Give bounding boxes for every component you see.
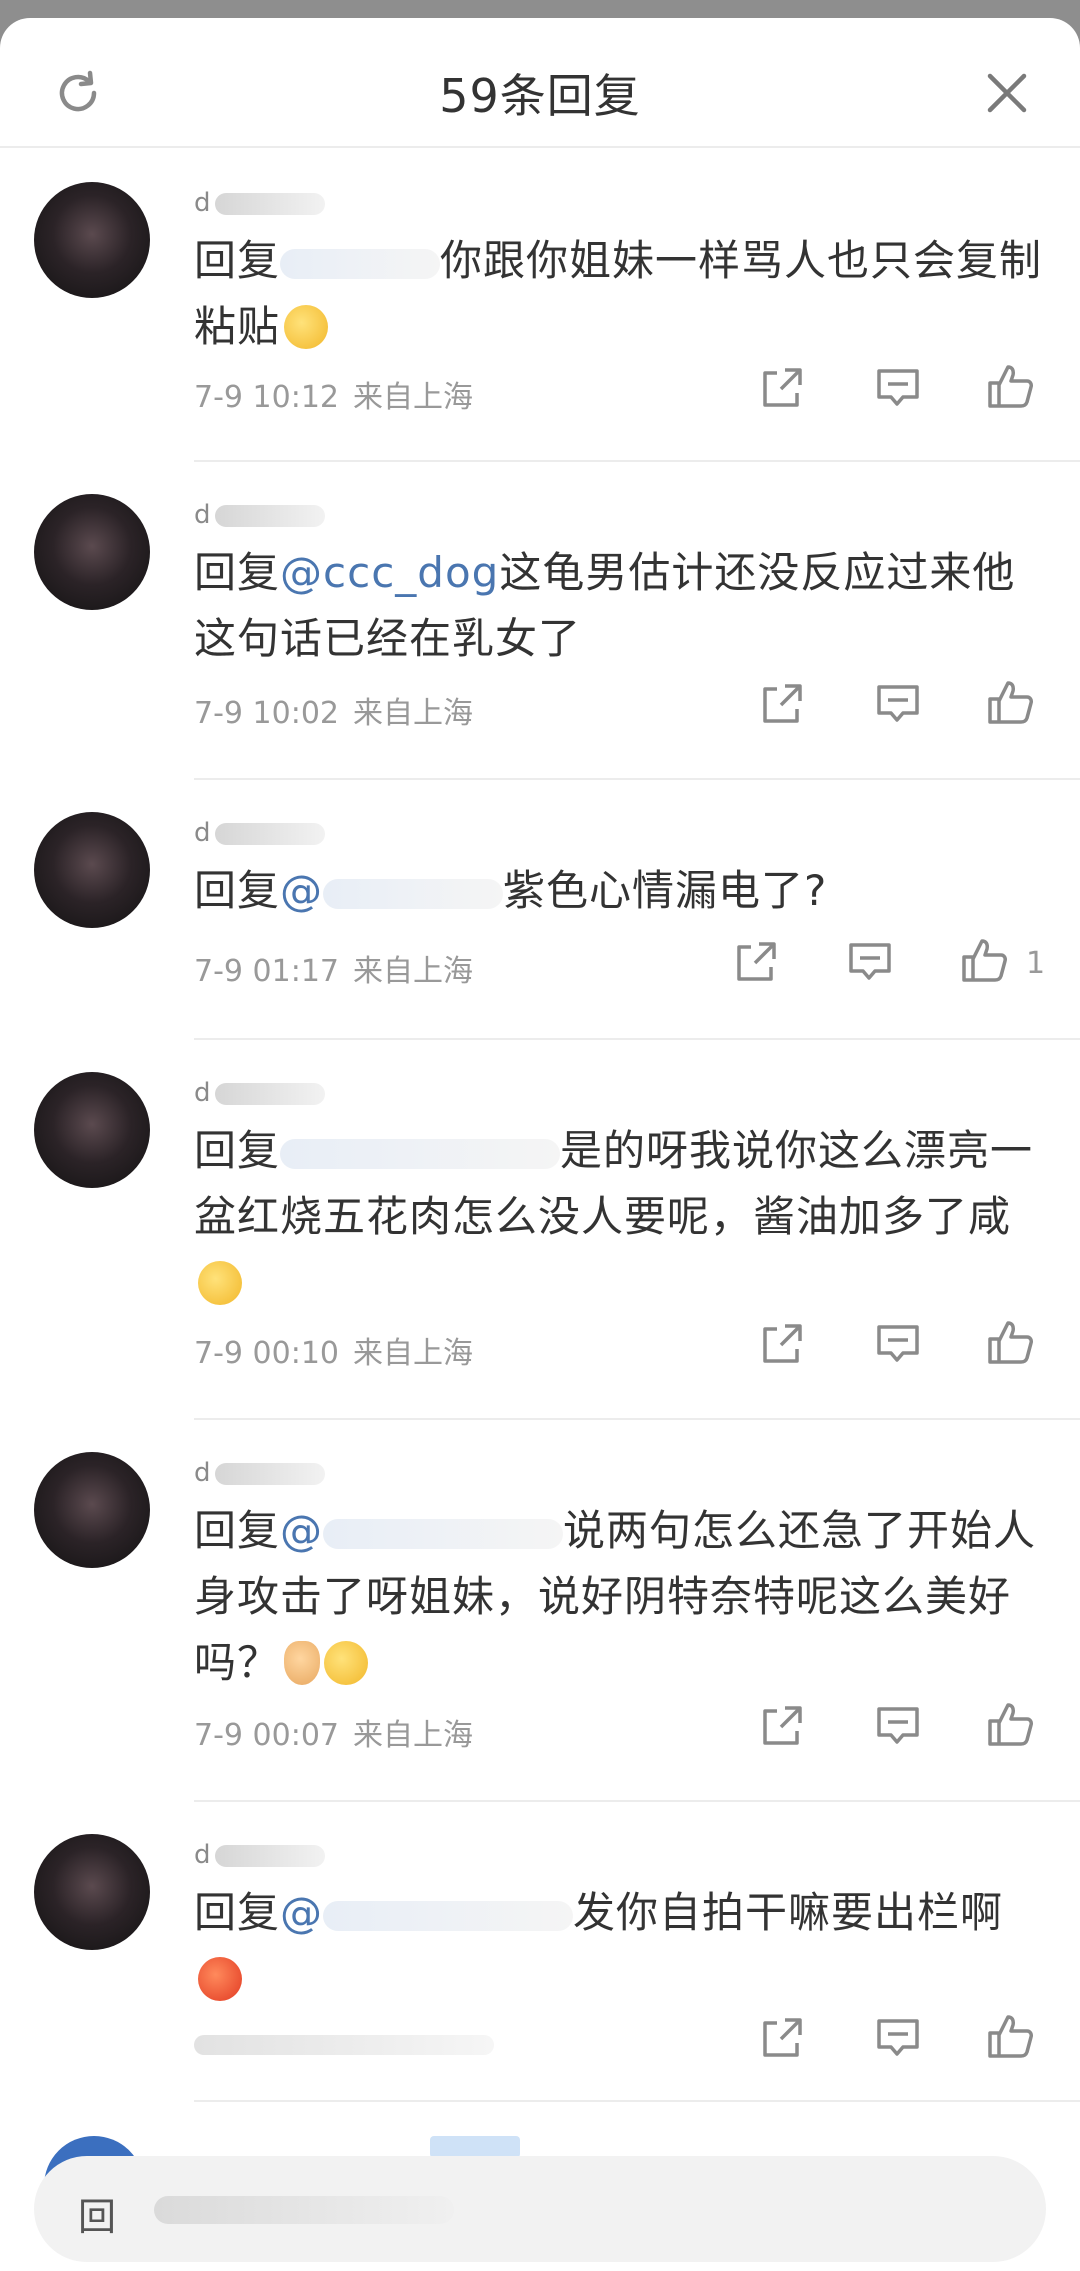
username[interactable]: d (194, 818, 325, 848)
username[interactable]: d (194, 1458, 325, 1488)
page-title: 59条回复 (439, 69, 641, 123)
reply-location: 来自上海 (353, 380, 473, 415)
emoji-icon (284, 305, 329, 349)
comment-icon (877, 685, 919, 722)
reply-time: 7-9 10:12 (194, 380, 339, 415)
reply-time: 7-9 10:02 (194, 696, 339, 731)
share-button[interactable] (726, 932, 786, 992)
comment-icon (877, 1325, 919, 1362)
victory-hand-icon (284, 1641, 321, 1685)
avatar[interactable] (34, 1834, 150, 1950)
avatar[interactable] (34, 812, 150, 928)
reply-text: 回复 你跟你姐妹一样骂人也只会复制粘贴 (194, 236, 1043, 351)
fan-badge (430, 2136, 520, 2158)
reply-time: 7-9 01:17 (194, 954, 339, 989)
thumbs-up-icon (988, 1321, 1033, 1364)
mention-link[interactable]: @ccc_dog (280, 548, 499, 597)
share-button[interactable] (752, 1314, 812, 1374)
reply-location: 来自上海 (353, 1718, 473, 1753)
share-icon (763, 368, 802, 407)
reply-text: 回复 是的呀我说你这么漂亮一盆红烧五花肉怎么没人要呢，酱油加多了咸 (194, 1118, 1044, 1316)
like-count: 1 (1026, 946, 1046, 981)
emoji-icon (198, 1261, 242, 1305)
reply-meta (194, 2028, 494, 2063)
thumbs-up-icon (988, 681, 1033, 724)
share-icon (763, 1324, 802, 1363)
share-icon (763, 2018, 802, 2057)
reply-placeholder: 回 (78, 2195, 117, 2239)
reply-time: 7-9 00:10 (194, 1336, 339, 1371)
mention-link[interactable]: @ (280, 1888, 323, 1937)
share-button[interactable] (752, 2008, 812, 2068)
reply-item: d 回复@ 紫色心情漏电了? 7-9 01:17 来自上海 1 (0, 780, 1080, 1040)
comment-button[interactable] (868, 358, 928, 418)
reply-location: 来自上海 (353, 1336, 473, 1371)
reply-meta: 7-9 10:12 来自上海 (194, 372, 473, 416)
share-icon (737, 942, 776, 981)
reply-text: 回复@ 紫色心情漏电了? (194, 866, 828, 915)
replies-sheet: 59条回复 d 回复 你跟你姐妹一样骂人也只会复制粘贴 7-9 10:12 来自上海 (0, 18, 1080, 2271)
username[interactable]: d (194, 1840, 325, 1870)
username[interactable]: d (194, 188, 325, 218)
share-button[interactable] (752, 1696, 812, 1756)
username[interactable]: d (194, 1078, 325, 1108)
reply-text: 回复@ 发你自拍干嘛要出栏啊 (194, 1880, 1044, 2012)
reply-text: 回复@ccc_dog这龟男估计还没反应过来他这句话已经在乳女了 (194, 548, 1016, 663)
comment-icon (849, 943, 891, 980)
like-button[interactable] (980, 1312, 1040, 1372)
avatar[interactable] (34, 1072, 150, 1188)
comment-button[interactable] (868, 2008, 928, 2068)
thumbs-up-icon (962, 939, 1007, 982)
reply-item: d 回复 你跟你姐妹一样骂人也只会复制粘贴 7-9 10:12 来自上海 (0, 150, 1080, 462)
angry-face-icon (198, 1957, 242, 2001)
reply-item: d 回复@ 说两句怎么还急了开始人身攻击了呀姐妹，说好阴特奈特呢这么美好吗？ 7-… (0, 1420, 1080, 1802)
reply-list: d 回复 你跟你姐妹一样骂人也只会复制粘贴 7-9 10:12 来自上海 d 回… (0, 150, 1080, 2102)
reply-text: 回复@ 说两句怎么还急了开始人身攻击了呀姐妹，说好阴特奈特呢这么美好吗？ (194, 1506, 1037, 1687)
reply-item: d 回复 是的呀我说你这么漂亮一盆红烧五花肉怎么没人要呢，酱油加多了咸 7-9 0… (0, 1040, 1080, 1420)
reply-meta: 7-9 00:07 来自上海 (194, 1710, 473, 1754)
comment-icon (877, 369, 919, 406)
reply-item: d 回复@ccc_dog这龟男估计还没反应过来他这句话已经在乳女了 7-9 10… (0, 462, 1080, 780)
like-button[interactable] (980, 356, 1040, 416)
comment-button[interactable] (868, 1314, 928, 1374)
reply-time: 7-9 00:07 (194, 1718, 339, 1753)
reply-meta: 7-9 10:02 来自上海 (194, 688, 473, 732)
thumbs-up-icon (988, 2015, 1033, 2058)
comment-icon (877, 1707, 919, 1744)
reply-location: 来自上海 (353, 954, 473, 989)
reply-item: d 回复@ 发你自拍干嘛要出栏啊 (0, 1802, 1080, 2102)
thumbs-up-icon (988, 1703, 1033, 1746)
close-icon (987, 73, 1027, 113)
redacted-meta (194, 2035, 494, 2055)
reply-meta: 7-9 01:17 来自上海 (194, 946, 473, 990)
comment-button[interactable] (840, 932, 900, 992)
close-button[interactable] (967, 53, 1047, 133)
avatar[interactable] (34, 182, 150, 298)
like-button[interactable] (980, 2006, 1040, 2066)
username[interactable]: d (194, 500, 325, 530)
share-icon (763, 1706, 802, 1745)
avatar[interactable] (34, 494, 150, 610)
mention-link[interactable]: @ (280, 1506, 323, 1555)
divider (194, 2100, 1080, 2102)
comment-button[interactable] (868, 1696, 928, 1756)
like-button[interactable] (954, 930, 1014, 990)
like-button[interactable] (980, 672, 1040, 732)
thumbs-up-icon (988, 365, 1033, 408)
reply-meta: 7-9 00:10 来自上海 (194, 1328, 473, 1372)
sheet-header: 59条回复 (0, 18, 1080, 148)
comment-button[interactable] (868, 674, 928, 734)
emoji-icon (324, 1641, 369, 1685)
avatar[interactable] (34, 1452, 150, 1568)
mention-link[interactable]: @ (280, 866, 323, 915)
share-button[interactable] (752, 358, 812, 418)
redacted-reply-target (154, 2196, 454, 2224)
share-button[interactable] (752, 674, 812, 734)
reply-location: 来自上海 (353, 696, 473, 731)
comment-icon (877, 2019, 919, 2056)
reply-input[interactable]: 回 (34, 2156, 1046, 2262)
like-button[interactable] (980, 1694, 1040, 1754)
share-icon (763, 684, 802, 723)
